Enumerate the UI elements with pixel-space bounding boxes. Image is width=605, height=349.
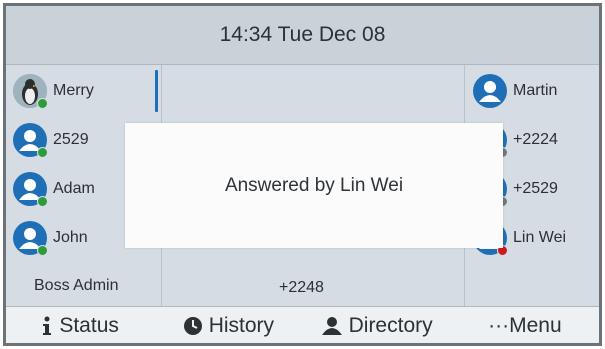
contact-name: 2529 — [53, 131, 89, 148]
softkey-bar: Status History Directory ···Menu — [6, 306, 599, 343]
call-answered-popup: Answered by Lin Wei — [125, 123, 503, 248]
dsskey-boss-admin[interactable]: Boss Admin — [34, 277, 118, 295]
presence-online-icon — [37, 98, 48, 109]
contact-avatar-icon — [13, 172, 48, 207]
dsskey-merry[interactable]: Merry — [13, 71, 94, 111]
status-bar: 14:34 Tue Dec 08 — [6, 6, 599, 65]
contact-name: +2529 — [513, 180, 558, 197]
info-icon — [43, 316, 52, 335]
datetime-label: 14:34 Tue Dec 08 — [219, 23, 386, 46]
contact-avatar-icon — [13, 123, 48, 158]
phone-screen: 14:34 Tue Dec 08 Merry 2529 Adam John Bo… — [3, 3, 602, 346]
popup-message: Answered by Lin Wei — [224, 174, 404, 196]
clock-icon — [183, 316, 202, 335]
dsskey-adam[interactable]: Adam — [13, 169, 95, 209]
softkey-label: ···Menu — [488, 313, 562, 337]
history-softkey[interactable]: History — [154, 307, 302, 343]
presence-online-icon — [37, 245, 48, 256]
scroll-indicator — [155, 70, 158, 112]
softkey-label: History — [208, 313, 275, 337]
softkey-label: Status — [59, 313, 119, 337]
contact-name: John — [53, 229, 88, 246]
contact-photo-avatar — [13, 74, 48, 109]
dsskey-martin[interactable]: Martin — [473, 71, 557, 111]
presence-online-icon — [37, 147, 48, 158]
contact-avatar-icon — [473, 74, 507, 108]
menu-softkey[interactable]: ···Menu — [451, 307, 599, 343]
call-number-label: +2248 — [279, 279, 324, 296]
directory-softkey[interactable]: Directory — [303, 307, 451, 343]
contact-name: Lin Wei — [513, 229, 567, 246]
dsskey-2529[interactable]: 2529 — [13, 120, 89, 160]
contact-avatar-icon — [13, 221, 48, 256]
contact-name: Adam — [53, 180, 95, 197]
status-softkey[interactable]: Status — [6, 307, 154, 343]
dsskey-john[interactable]: John — [13, 218, 88, 258]
softkey-label: Directory — [348, 313, 433, 337]
contact-name: +2224 — [513, 131, 558, 148]
contacts-icon — [321, 316, 342, 335]
presence-online-icon — [37, 196, 48, 207]
contact-name: Martin — [513, 82, 558, 99]
contact-name: Merry — [53, 82, 94, 99]
